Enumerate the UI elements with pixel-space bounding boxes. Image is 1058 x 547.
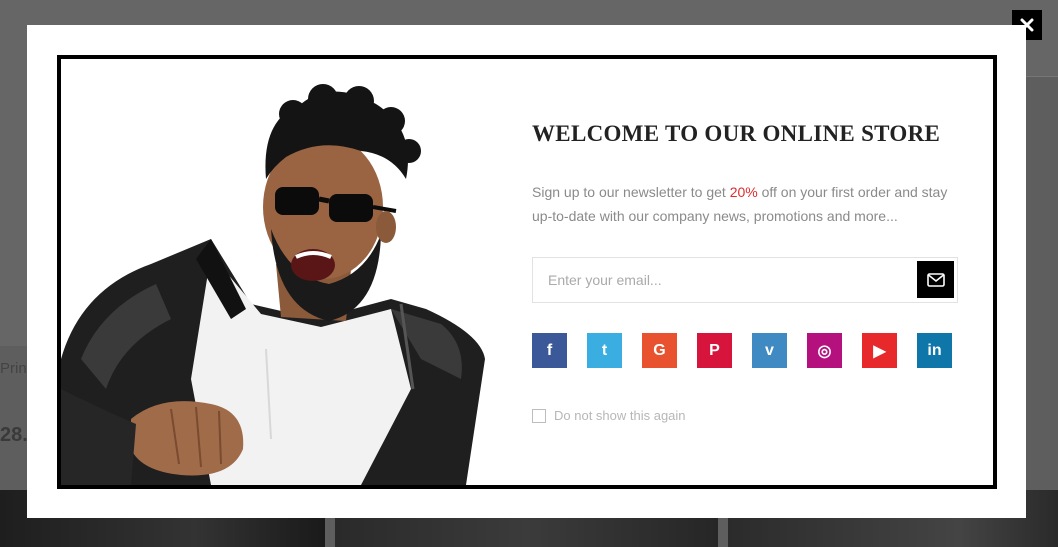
facebook-button[interactable]: f	[532, 333, 567, 368]
background-product-price: 28.	[0, 424, 28, 446]
pinterest-button[interactable]: P	[697, 333, 732, 368]
newsletter-content: WELCOME TO OUR ONLINE STORE Sign up to o…	[532, 121, 958, 423]
dont-show-option: Do not show this again	[532, 408, 958, 423]
discount-highlight: 20%	[729, 184, 758, 200]
description-text: Sign up to our newsletter to get	[532, 184, 730, 200]
pinterest-icon: P	[709, 341, 720, 359]
dont-show-checkbox[interactable]	[532, 408, 546, 423]
envelope-icon	[926, 272, 945, 287]
background-sidebar	[0, 76, 29, 346]
google-button[interactable]: G	[642, 333, 677, 368]
newsletter-modal-frame: WELCOME TO OUR ONLINE STORE Sign up to o…	[57, 55, 997, 489]
linkedin-icon: in	[927, 341, 942, 359]
social-links: f t G P v ◎ ▶ in	[532, 333, 958, 368]
instagram-icon: ◎	[817, 342, 832, 360]
email-form	[532, 257, 958, 303]
newsletter-modal: WELCOME TO OUR ONLINE STORE Sign up to o…	[27, 25, 1026, 518]
model-photo	[61, 59, 501, 485]
dont-show-label[interactable]: Do not show this again	[554, 408, 686, 423]
linkedin-button[interactable]: in	[917, 333, 952, 368]
facebook-icon: f	[546, 341, 553, 359]
instagram-button[interactable]: ◎	[807, 333, 842, 368]
popup-title: WELCOME TO OUR ONLINE STORE	[532, 121, 941, 146]
youtube-button[interactable]: ▶	[862, 333, 897, 368]
twitter-icon: t	[601, 341, 608, 359]
twitter-button[interactable]: t	[587, 333, 622, 368]
vimeo-button[interactable]: v	[752, 333, 787, 368]
email-input[interactable]	[533, 258, 913, 302]
youtube-icon: ▶	[873, 342, 886, 360]
subscribe-button[interactable]	[917, 261, 954, 298]
vimeo-icon: v	[765, 341, 774, 359]
popup-description: Sign up to our newsletter to get 20% off…	[532, 180, 958, 228]
google-icon: G	[653, 341, 666, 359]
